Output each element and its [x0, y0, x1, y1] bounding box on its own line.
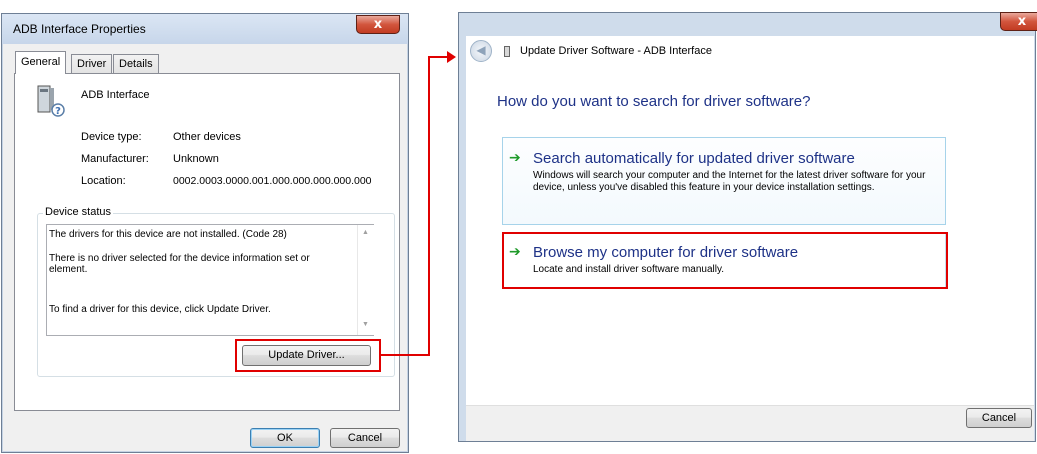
- close-icon: x: [373, 17, 383, 32]
- location-label: Location:: [81, 175, 126, 187]
- ok-button[interactable]: OK: [250, 428, 320, 448]
- highlight-browse-option: [502, 232, 948, 289]
- search-automatically-option[interactable]: ➔ Search automatically for updated drive…: [502, 137, 946, 225]
- green-right-arrow-icon: ➔: [509, 150, 521, 166]
- back-button[interactable]: ◀: [470, 40, 492, 62]
- close-button[interactable]: x: [356, 15, 400, 34]
- unknown-device-icon: ?: [36, 84, 66, 118]
- device-type-label: Device type:: [81, 131, 142, 143]
- device-name: ADB Interface: [81, 89, 150, 101]
- manufacturer-label: Manufacturer:: [81, 153, 149, 165]
- tab-driver-label: Driver: [77, 58, 107, 70]
- status-line-3: To find a driver for this device, click …: [49, 304, 271, 315]
- wizard-question: How do you want to search for driver sof…: [497, 93, 811, 110]
- status-line-2: There is no driver selected for the devi…: [49, 253, 310, 275]
- tab-driver[interactable]: Driver: [71, 54, 113, 73]
- cancel-button[interactable]: Cancel: [330, 428, 400, 448]
- option-auto-title: Search automatically for updated driver …: [533, 150, 855, 167]
- status-line-1: The drivers for this device are not inst…: [49, 229, 287, 240]
- svg-text:?: ?: [55, 106, 61, 117]
- highlight-update-driver: [235, 339, 381, 372]
- wizard-footer: [466, 405, 1034, 441]
- ok-label: OK: [277, 432, 293, 444]
- tab-general[interactable]: General: [15, 51, 67, 74]
- status-scrollbar[interactable]: ▲ ▼: [357, 225, 374, 335]
- close-icon: x: [1017, 14, 1027, 29]
- properties-title: ADB Interface Properties: [13, 22, 146, 36]
- wizard-cancel-button[interactable]: Cancel: [966, 408, 1032, 428]
- wizard-close-button[interactable]: x: [1000, 12, 1037, 31]
- scroll-up-icon[interactable]: ▲: [362, 229, 369, 236]
- cancel-label: Cancel: [347, 432, 383, 444]
- tab-general-label: General: [21, 56, 61, 68]
- scroll-down-icon[interactable]: ▼: [362, 321, 369, 328]
- tab-details-label: Details: [119, 58, 153, 70]
- device-type-value: Other devices: [173, 131, 241, 143]
- wizard-title: Update Driver Software - ADB Interface: [520, 45, 712, 57]
- wizard-cancel-label: Cancel: [981, 412, 1017, 424]
- device-small-icon: [504, 46, 510, 57]
- back-arrow-icon: ◀: [476, 43, 486, 57]
- manufacturer-value: Unknown: [173, 153, 219, 165]
- tab-details[interactable]: Details: [113, 54, 159, 73]
- option-auto-description: Windows will search your computer and th…: [533, 170, 926, 193]
- location-value: 0002.0003.0000.001.000.000.000.000.000: [173, 175, 372, 187]
- device-status-legend: Device status: [43, 206, 114, 218]
- device-status-textbox[interactable]: The drivers for this device are not inst…: [46, 224, 374, 336]
